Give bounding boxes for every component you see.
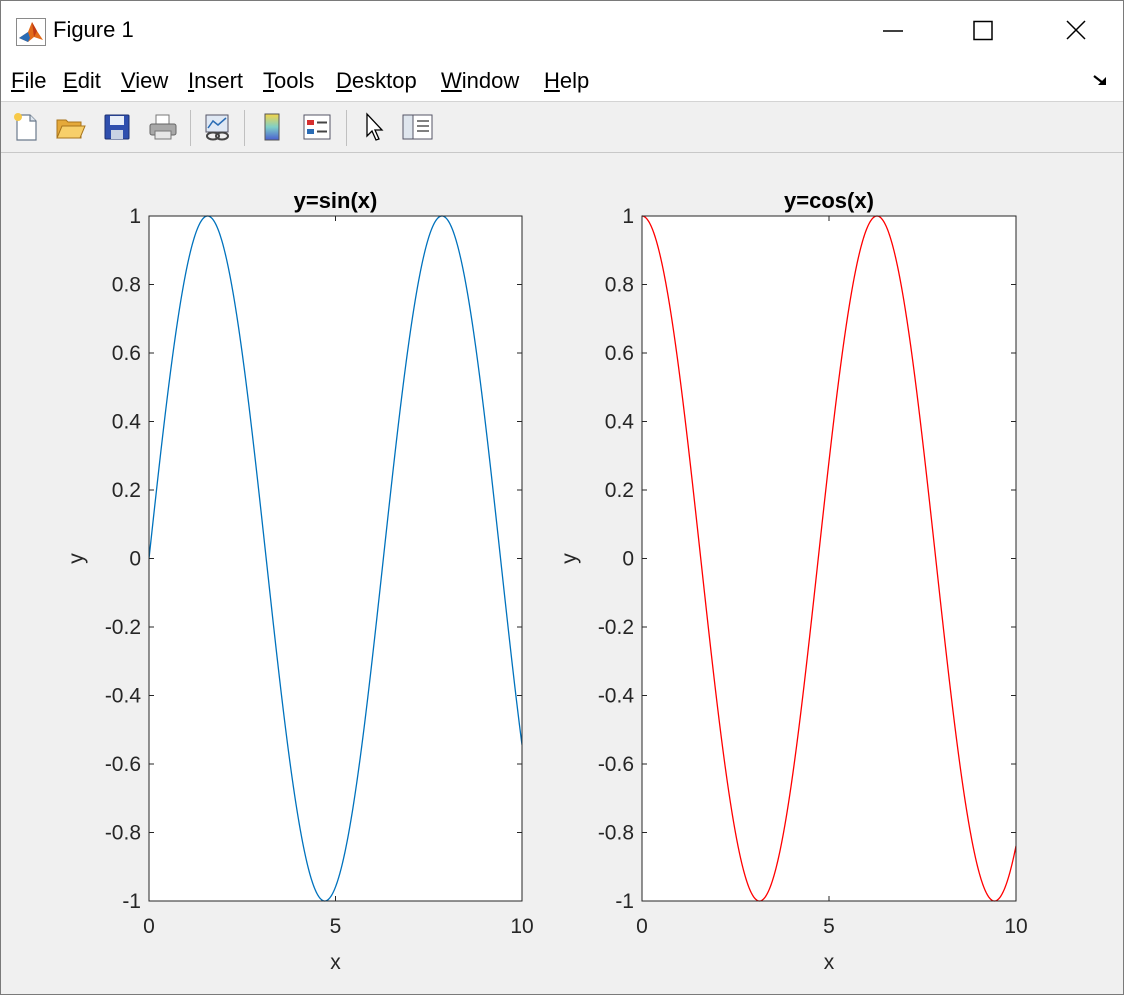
y-tick-label: -1 <box>122 890 141 913</box>
x-tick-label: 10 <box>510 915 533 938</box>
title-bar[interactable]: Figure 1 <box>1 1 1123 61</box>
menu-help[interactable]: Help <box>544 68 589 94</box>
y-tick-label: 0.8 <box>605 274 634 297</box>
y-axis-label: y <box>558 553 581 564</box>
close-icon <box>1066 20 1086 40</box>
x-axis-label: x <box>330 951 341 974</box>
y-tick-label: 0.2 <box>605 479 634 502</box>
save-figure-button[interactable] <box>101 111 133 143</box>
menu-file[interactable]: File <box>11 68 46 94</box>
y-tick-label: -0.8 <box>598 822 634 845</box>
menu-insert[interactable]: Insert <box>188 68 243 94</box>
pointer-arrow-icon <box>366 112 384 141</box>
insert-colorbar-button[interactable] <box>256 111 288 143</box>
close-button[interactable] <box>1054 11 1098 51</box>
window-title: Figure 1 <box>53 17 134 42</box>
y-axis-label: y <box>65 553 88 564</box>
plot-tools-icon <box>402 114 433 140</box>
open-file-button[interactable] <box>54 111 86 143</box>
figure-toolbar <box>1 102 1123 153</box>
y-tick-label: 0.8 <box>112 274 141 297</box>
menu-view[interactable]: View <box>121 68 168 94</box>
folder-open-icon <box>56 119 86 139</box>
matlab-logo-icon <box>16 18 46 46</box>
x-tick-label: 0 <box>143 915 155 938</box>
y-tick-label: 0.4 <box>112 411 142 434</box>
colorbar-icon <box>264 113 280 141</box>
y-tick-label: -0.4 <box>598 685 635 708</box>
insert-legend-button[interactable] <box>301 111 333 143</box>
axes-1[interactable]: -1-0.8-0.6-0.4-0.200.20.40.60.810 5 10y=si… <box>65 188 534 974</box>
minimize-button[interactable] <box>871 11 915 51</box>
figure-window: Figure 1 File Edit View Insert Tools Des… <box>0 0 1124 995</box>
axes-background <box>642 216 1016 901</box>
plot-title: y=sin(x) <box>294 188 378 213</box>
y-tick-label: -0.6 <box>105 753 141 776</box>
y-tick-label: 0 <box>129 548 141 571</box>
maximize-button[interactable] <box>961 11 1005 51</box>
link-plot-icon <box>205 114 229 141</box>
x-tick-label: 0 <box>636 915 648 938</box>
printer-icon <box>149 114 177 140</box>
y-tick-label: -0.6 <box>598 753 634 776</box>
y-tick-label: 1 <box>622 205 634 228</box>
y-tick-label: -0.2 <box>105 616 141 639</box>
y-tick-label: 0 <box>622 548 634 571</box>
menu-window[interactable]: Window <box>441 68 519 94</box>
axes-background <box>149 216 522 901</box>
floppy-disk-icon <box>104 114 130 140</box>
y-tick-label: 0.6 <box>112 342 141 365</box>
menu-tools[interactable]: Tools <box>263 68 314 94</box>
plots-svg: -1-0.8-0.6-0.4-0.200.20.40.60.810 5 10y=si… <box>65 188 1028 974</box>
figure-canvas[interactable]: -1 -0.8 -0.6 -0.4 -0.2 0 0.2 0.4 0.6 0.8 1 0 5 10 y=si… <box>1 153 1123 994</box>
print-figure-button[interactable] <box>147 111 179 143</box>
x-tick-label: 10 <box>1004 915 1027 938</box>
edit-plot-button[interactable] <box>359 111 391 143</box>
toolbar-separator <box>346 110 347 146</box>
menu-edit[interactable]: Edit <box>63 68 101 94</box>
menu-bar: File Edit View Insert Tools Desktop Wind… <box>1 61 1123 102</box>
toolbar-separator <box>190 110 191 146</box>
x-axis-label: x <box>824 951 835 974</box>
maximize-icon <box>973 20 993 41</box>
toolbar-separator <box>244 110 245 146</box>
new-figure-button[interactable] <box>10 111 42 143</box>
y-tick-label: 0.4 <box>605 411 635 434</box>
minimize-icon <box>883 30 903 32</box>
y-tick-label: -0.2 <box>598 616 634 639</box>
y-tick-label: -0.4 <box>105 685 142 708</box>
new-file-icon <box>14 113 37 141</box>
y-tick-label: 1 <box>129 205 141 228</box>
show-plot-tools-button[interactable] <box>401 111 433 143</box>
link-plot-button[interactable] <box>201 111 233 143</box>
y-tick-label: -0.8 <box>105 822 141 845</box>
x-tick-label: 5 <box>330 915 342 938</box>
y-tick-label: 0.2 <box>112 479 141 502</box>
legend-icon <box>303 114 331 140</box>
dock-arrow-icon[interactable] <box>1091 71 1111 91</box>
menu-desktop[interactable]: Desktop <box>336 68 417 94</box>
y-tick-label: 0.6 <box>605 342 634 365</box>
plot-title: y=cos(x) <box>784 188 874 213</box>
x-tick-label: 5 <box>823 915 835 938</box>
axes-2[interactable]: -1-0.8-0.6-0.4-0.200.20.40.60.810 5 10y=co… <box>558 188 1028 974</box>
y-tick-label: -1 <box>615 890 634 913</box>
